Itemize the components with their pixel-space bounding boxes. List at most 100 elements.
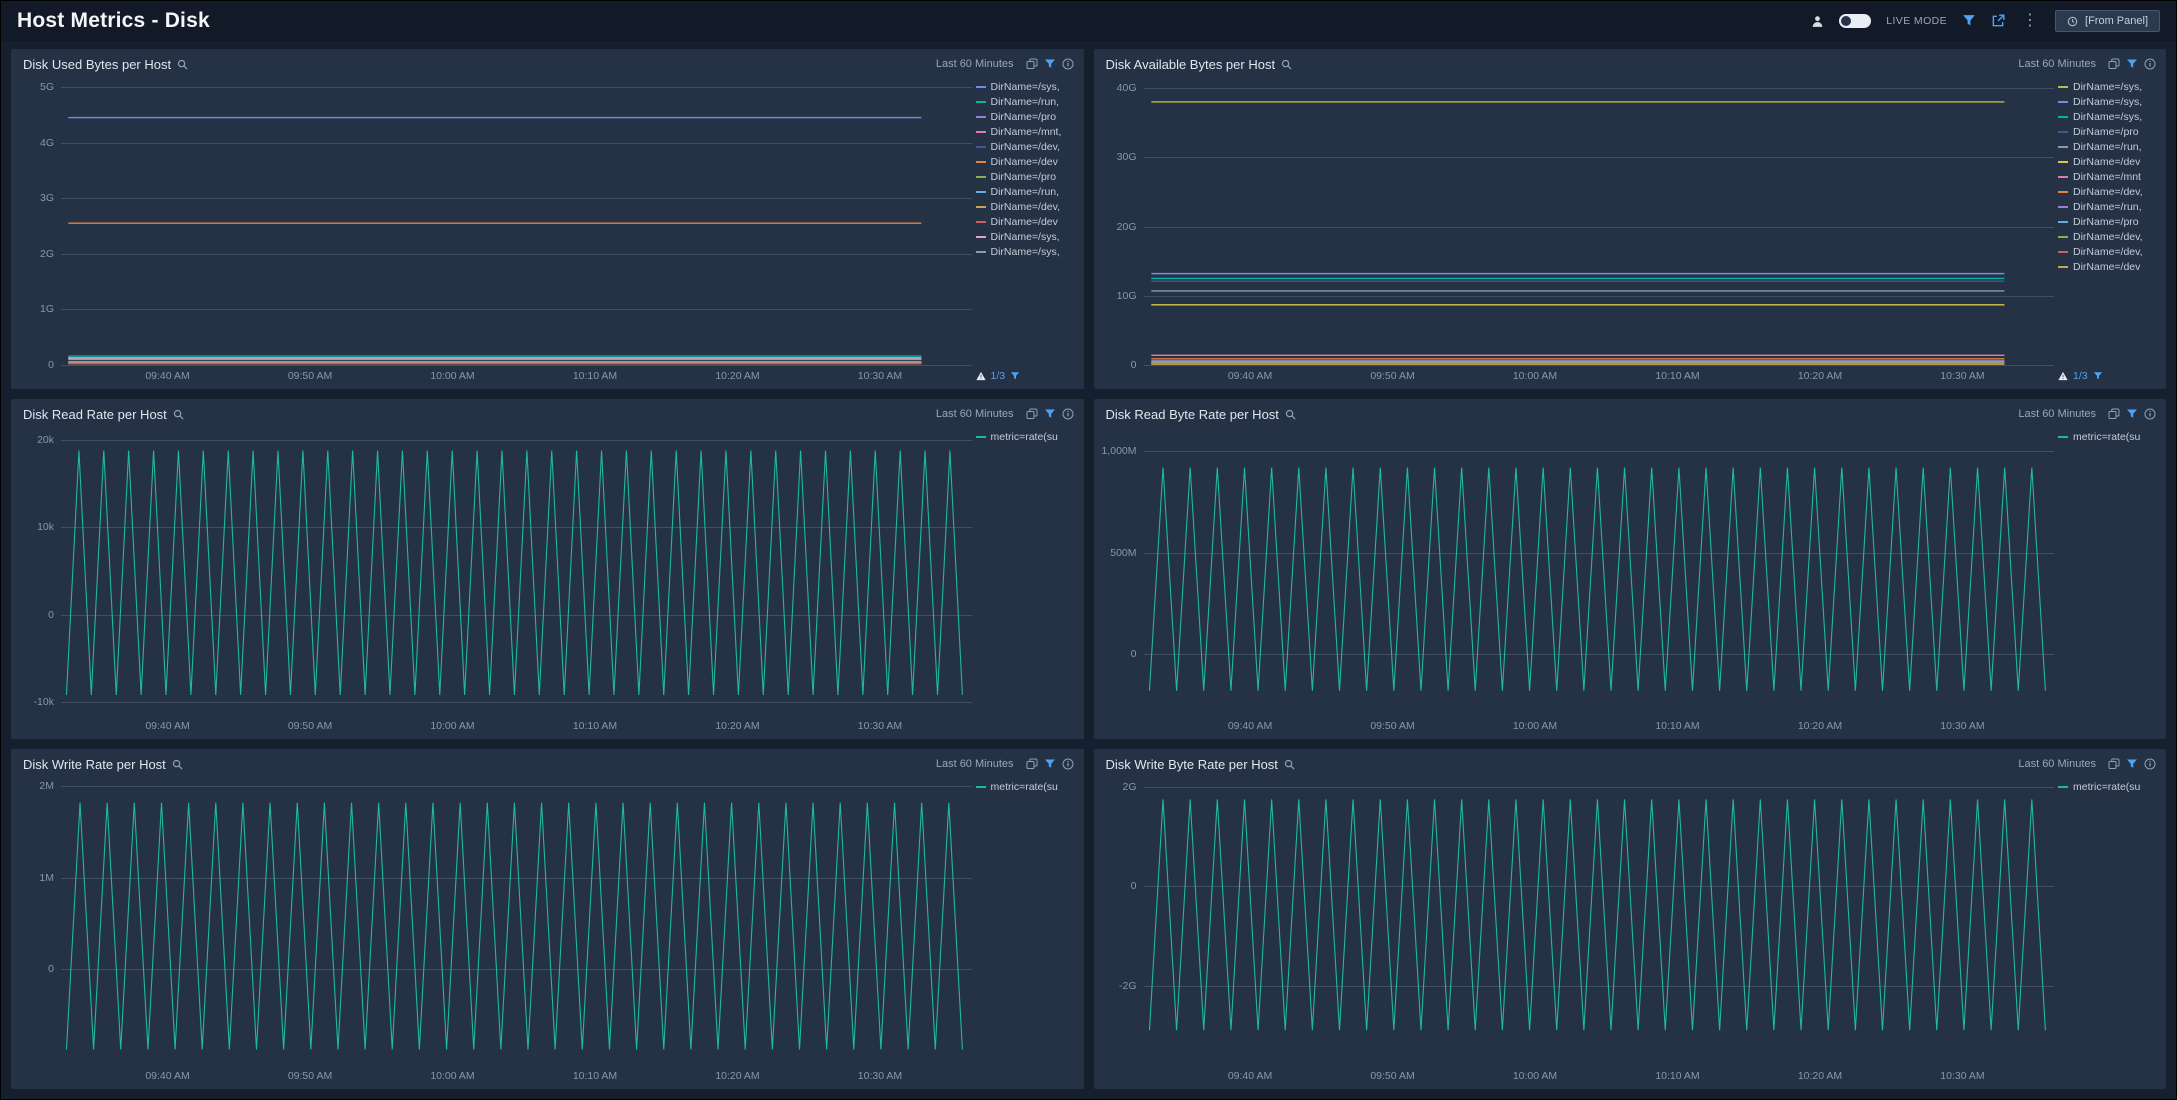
legend-item[interactable]: DirName=/pro <box>2058 124 2160 139</box>
copy-panel-icon[interactable] <box>1026 408 1038 420</box>
live-mode-toggle[interactable] <box>1839 14 1871 28</box>
plot-area[interactable] <box>61 427 972 715</box>
zoom-icon[interactable] <box>172 759 183 770</box>
x-tick-label: 10:30 AM <box>858 720 902 732</box>
copy-panel-icon[interactable] <box>2108 758 2120 770</box>
y-tick-label: 5G <box>40 81 54 93</box>
zoom-icon[interactable] <box>1284 759 1295 770</box>
legend-filter-icon[interactable] <box>2093 371 2103 381</box>
legend-item[interactable]: DirName=/mnt <box>2058 169 2160 184</box>
legend-item[interactable]: DirName=/run, <box>2058 139 2160 154</box>
plot-area[interactable] <box>61 777 972 1065</box>
legend-item[interactable]: DirName=/sys, <box>2058 79 2160 94</box>
panel-filter-icon[interactable] <box>2126 58 2138 70</box>
info-icon[interactable] <box>2144 758 2156 770</box>
plot-area[interactable] <box>1144 427 2055 715</box>
legend-pager[interactable]: 1/3 <box>976 367 1078 385</box>
legend-label: DirName=/pro <box>991 111 1057 123</box>
panel-disk-write-rate-per-host: Disk Write Rate per Host Last 60 Minutes… <box>11 749 1084 1089</box>
legend-item[interactable]: DirName=/sys, <box>976 79 1078 94</box>
legend-item[interactable]: DirName=/run, <box>2058 199 2160 214</box>
y-tick-label: 3G <box>40 192 54 204</box>
legend-item[interactable]: DirName=/pro <box>976 169 1078 184</box>
filter-icon[interactable] <box>1962 14 1976 28</box>
panel-filter-icon[interactable] <box>1044 408 1056 420</box>
legend-swatch <box>976 116 986 118</box>
legend-filter-icon[interactable] <box>1010 371 1020 381</box>
x-tick-label: 10:00 AM <box>1513 720 1557 732</box>
plot-area[interactable] <box>1144 77 2055 365</box>
series-plot <box>1144 77 2055 365</box>
zoom-icon[interactable] <box>1285 409 1296 420</box>
y-tick-label: 0 <box>1131 648 1137 660</box>
copy-panel-icon[interactable] <box>2108 58 2120 70</box>
copy-panel-icon[interactable] <box>1026 758 1038 770</box>
legend-item[interactable]: DirName=/dev, <box>2058 244 2160 259</box>
x-tick-label: 09:40 AM <box>145 1070 189 1082</box>
panel-filter-icon[interactable] <box>1044 58 1056 70</box>
legend-item[interactable]: DirName=/dev <box>976 214 1078 229</box>
y-tick-label: 0 <box>1131 880 1137 892</box>
info-icon[interactable] <box>1062 58 1074 70</box>
legend-label: DirName=/dev <box>2073 156 2140 168</box>
legend: metric=rate(su <box>976 779 1078 1085</box>
legend-item[interactable]: metric=rate(su <box>2058 429 2160 444</box>
copy-panel-icon[interactable] <box>2108 408 2120 420</box>
zoom-icon[interactable] <box>1281 59 1292 70</box>
legend-swatch <box>976 176 986 178</box>
y-tick-label: 10k <box>37 521 54 533</box>
legend-item[interactable]: DirName=/dev <box>976 154 1078 169</box>
legend-item[interactable]: DirName=/dev <box>2058 154 2160 169</box>
legend-item[interactable]: DirName=/sys, <box>2058 109 2160 124</box>
plot-row: 010G20G30G40G <box>1098 77 2055 365</box>
legend-swatch <box>2058 266 2068 268</box>
legend-item[interactable]: metric=rate(su <box>2058 779 2160 794</box>
info-icon[interactable] <box>1062 408 1074 420</box>
legend-item[interactable]: DirName=/pro <box>976 109 1078 124</box>
panel-filter-icon[interactable] <box>1044 758 1056 770</box>
zoom-icon[interactable] <box>177 59 188 70</box>
x-tick-label: 10:30 AM <box>858 1070 902 1082</box>
legend-item[interactable]: DirName=/dev, <box>2058 229 2160 244</box>
panel-body: 0500M1,000M 09:40 AM09:50 AM10:00 AM10:1… <box>1094 425 2167 739</box>
toggle-knob <box>1841 16 1851 26</box>
legend-item[interactable]: DirName=/dev <box>2058 259 2160 274</box>
info-icon[interactable] <box>2144 408 2156 420</box>
panel-filter-icon[interactable] <box>2126 758 2138 770</box>
zoom-icon[interactable] <box>173 409 184 420</box>
legend-swatch <box>976 146 986 148</box>
legend-item[interactable]: metric=rate(su <box>976 779 1078 794</box>
legend-item[interactable]: DirName=/sys, <box>976 229 1078 244</box>
legend-item[interactable]: DirName=/run, <box>976 184 1078 199</box>
plot-area[interactable] <box>61 77 972 365</box>
panel-filter-icon[interactable] <box>2126 408 2138 420</box>
y-axis: -2G02G <box>1098 777 1144 1065</box>
legend-column: DirName=/sys,DirName=/run,DirName=/proDi… <box>972 77 1078 387</box>
legend-item[interactable]: DirName=/mnt, <box>976 124 1078 139</box>
legend-item[interactable]: metric=rate(su <box>976 429 1078 444</box>
x-tick-label: 10:20 AM <box>715 370 759 382</box>
x-tick-label: 10:20 AM <box>715 720 759 732</box>
legend-swatch <box>976 131 986 133</box>
copy-panel-icon[interactable] <box>1026 58 1038 70</box>
panel-body: 01M2M 09:40 AM09:50 AM10:00 AM10:10 AM10… <box>11 775 1084 1089</box>
panel-title: Disk Read Byte Rate per Host <box>1106 407 1279 422</box>
y-tick-label: 20G <box>1117 221 1137 233</box>
panel-disk-read-byte-rate-per-host: Disk Read Byte Rate per Host Last 60 Min… <box>1094 399 2167 739</box>
legend-item[interactable]: DirName=/dev, <box>2058 184 2160 199</box>
legend-pager[interactable]: 1/3 <box>2058 367 2160 385</box>
share-icon[interactable] <box>1991 14 2005 28</box>
legend-item[interactable]: DirName=/dev, <box>976 199 1078 214</box>
info-icon[interactable] <box>1062 758 1074 770</box>
legend-item[interactable]: DirName=/sys, <box>976 244 1078 259</box>
y-tick-label: 0 <box>48 609 54 621</box>
legend-item[interactable]: DirName=/pro <box>2058 214 2160 229</box>
legend-item[interactable]: DirName=/dev, <box>976 139 1078 154</box>
info-icon[interactable] <box>2144 58 2156 70</box>
legend-item[interactable]: DirName=/run, <box>976 94 1078 109</box>
legend-item[interactable]: DirName=/sys, <box>2058 94 2160 109</box>
kebab-menu-icon[interactable]: ⋮ <box>2020 14 2040 28</box>
user-icon[interactable] <box>1811 15 1824 28</box>
time-range-button[interactable]: [From Panel] <box>2055 10 2160 32</box>
plot-area[interactable] <box>1144 777 2055 1065</box>
